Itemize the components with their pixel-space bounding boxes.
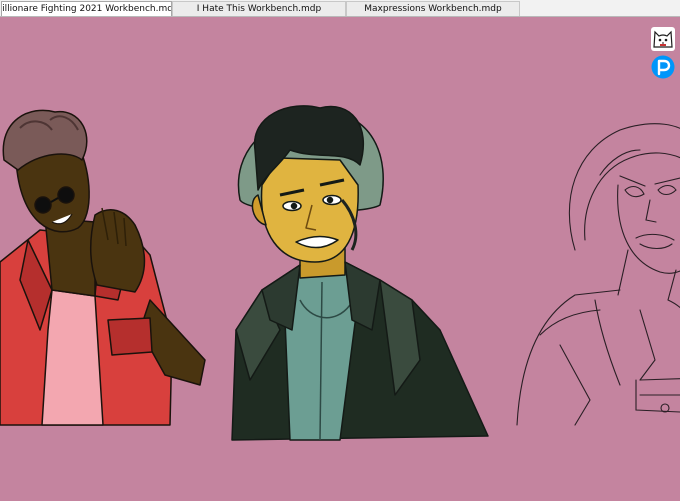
- character-art-green-jacket: [231, 105, 489, 441]
- tab-maxpressions-workbench[interactable]: Maxpressions Workbench.mdp: [346, 1, 520, 16]
- pixiv-icon[interactable]: [651, 55, 675, 79]
- drawing-canvas[interactable]: [0, 17, 680, 501]
- tab-i-hate-this-workbench[interactable]: I Hate This Workbench.mdp: [172, 1, 346, 16]
- tab-millionare-fighting-workbench[interactable]: Millionare Fighting 2021 Workbench.mdp: [1, 1, 172, 16]
- character-art-red-shirt: [0, 109, 206, 426]
- cat-avatar-icon[interactable]: [651, 27, 675, 51]
- document-tab-bar: Millionare Fighting 2021 Workbench.mdp I…: [0, 0, 680, 17]
- character-sketch-lineart: [516, 123, 680, 426]
- canvas-artwork: [0, 105, 680, 441]
